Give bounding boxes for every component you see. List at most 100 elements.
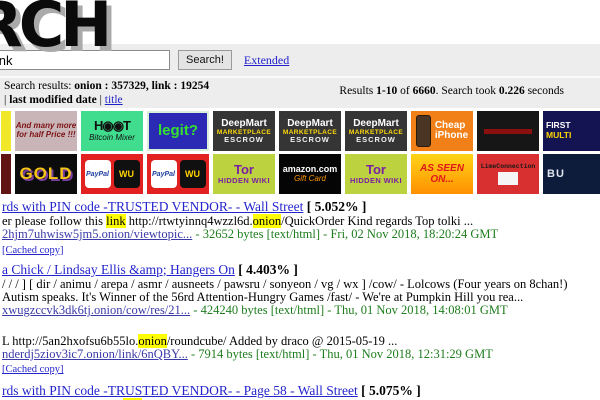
search-time: 0.226 [499,85,525,97]
banner-text: HIDDEN WIKI [218,177,270,185]
result-url-link[interactable]: 2hjm7uhwisw5jm5.onion/viewtopic... [2,227,192,241]
first-multi-banner[interactable]: FIRSTMULTI [543,111,600,151]
result-metadata: - 424240 bytes [text/html] - Thu, 01 Nov… [190,303,507,317]
ad-banner-grid: And many morefor half Price !!!H◉◉TBitco… [0,108,600,194]
deepmart-banner-1[interactable]: DeepMartMARKETPLACEESCROW [213,111,275,151]
banner-text: DeepMart [221,118,267,129]
banner-text: HIDDEN WIKI [350,177,402,185]
search-result: rds with PIN code -TRUSTED VENDOR- - Pag… [2,384,600,400]
result-title-line: rds with PIN code -TRUSTED VENDOR- - Wal… [2,200,600,214]
amazon-gift-card-banner[interactable]: amazon.comGift Card [279,154,341,194]
banner-text: ON... [430,174,453,185]
result-url-link[interactable]: xwugzccvk3dk6tj.onion/cow/res/21... [2,303,190,317]
torch-logo: TORCH [0,0,108,61]
result-title-line: a Chick / Lindsay Ellis &amp; Hangers On… [2,263,600,277]
tor-hidden-wiki-banner-2[interactable]: TorHIDDEN WIKI [345,154,407,194]
lime-connection-banner[interactable]: LimeConnection [477,154,539,194]
banner-text: GOLD [19,164,72,183]
bu-banner[interactable]: BU [543,154,600,194]
banner-text: MULTI [546,131,571,141]
gold-banner[interactable]: GOLD [15,154,77,194]
highlighted-keyword: onion [253,214,281,228]
result-title-line: rds with PIN code -TRUSTED VENDOR- - Pag… [2,384,600,398]
paypal-wu-banner-2[interactable]: PayPalWU [147,154,209,194]
cached-copy-link[interactable]: [Cached copy] [2,364,64,375]
result-title-link[interactable]: rds with PIN code -TRUSTED VENDOR- - Wal… [2,199,303,214]
banner-text: DeepMart [353,118,399,129]
highlighted-keyword: link [106,214,125,228]
cached-copy-link[interactable]: [Cached copy] [2,245,64,256]
red-text-strip [484,129,532,134]
partial-maroon-banner[interactable] [1,154,11,194]
banner-text: BU [547,168,565,180]
snippet-text: /QuickOrder Kind regards Top tolki ... [281,214,473,228]
result-url-line: 2hjm7uhwisw5jm5.onion/viewtopic... - 326… [2,228,600,241]
results-stats-prefix: Search results: [4,80,74,92]
banner-text: Bitcoin Mixer [89,134,135,143]
banner-text: H◉◉T [94,119,130,134]
extended-search-link[interactable]: Extended [244,53,289,68]
summary-text: seconds [525,85,564,97]
banner-text-group: CheapiPhone [435,121,468,142]
western-union-logo: WU [114,160,140,188]
results-range: 1-10 [376,85,397,97]
result-snippet: L http://5an2hxofsu6b55lo.onion/roundcub… [2,335,600,348]
dark-red-text-banner[interactable] [477,111,539,151]
result-url-line: xwugzccvk3dk6tj.onion/cow/res/21... - 42… [2,304,600,317]
search-result: L http://5an2hxofsu6b55lo.onion/roundcub… [2,335,600,377]
hoot-bitcoin-mixer-banner[interactable]: H◉◉TBitcoin Mixer [81,111,143,151]
deepmart-banner-2[interactable]: DeepMartMARKETPLACEESCROW [279,111,341,151]
sort-by-title-link[interactable]: title [105,94,123,106]
half-price-banner[interactable]: And many morefor half Price !!! [15,111,77,151]
paypal-wu-banner-1[interactable]: PayPalWU [81,154,143,194]
banner-text: iPhone [435,131,468,142]
partial-yellow-banner[interactable] [1,111,11,151]
result-url-line: nderdj5ziov3ic7.onion/link/6nQBY... - 79… [2,348,600,361]
results-stats-bar: Search results: onion : 357329, link : 1… [0,78,600,108]
banner-text: LimeConnection [481,163,536,170]
banner-text: DeepMart [287,118,333,129]
banner-text: for half Price !!! [16,131,75,140]
result-url-link[interactable]: nderdj5ziov3ic7.onion/link/6nQBY... [2,347,188,361]
search-results-list: rds with PIN code -TRUSTED VENDOR- - Wal… [0,197,600,400]
search-result: a Chick / Lindsay Ellis &amp; Hangers On… [2,263,600,318]
result-snippet: / / / ] [ dir / animu / arepa / asmr / a… [2,278,600,305]
sort-last-modified-label: last modified date [9,94,97,106]
ad-banner-row-1: And many morefor half Price !!!H◉◉TBitco… [1,111,599,151]
result-title-link[interactable]: a Chick / Lindsay Ellis &amp; Hangers On [2,262,235,277]
result-metadata: - 7914 bytes [text/html] - Thu, 01 Nov 2… [188,347,493,361]
page-header: TORCH [0,0,600,44]
banner-text: AS SEEN [420,163,464,174]
legit-banner[interactable]: legit? [147,111,209,151]
highlighted-keyword: onion [138,334,166,348]
cached-copy-line: [Cached copy] [2,361,600,376]
result-title-link[interactable]: rds with PIN code -TRUSTED VENDOR- - Pag… [2,383,358,398]
results-counts: onion : 357329, link : 19254 [74,80,209,92]
as-seen-on-banner[interactable]: AS SEENON... [411,154,473,194]
banner-text: legit? [158,123,198,140]
banner-text: ESCROW [356,136,396,144]
snippet-text: L http://5an2hxofsu6b55lo. [2,334,138,348]
cheap-iphone-banner[interactable]: CheapiPhone [411,111,473,151]
banner-text: Gift Card [294,175,326,184]
paypal-logo: PayPal [85,160,111,188]
deepmart-banner-3[interactable]: DeepMartMARKETPLACEESCROW [345,111,407,151]
result-snippet: er please follow this link http://rtwtyi… [2,215,600,228]
tor-hidden-wiki-banner-1[interactable]: TorHIDDEN WIKI [213,154,275,194]
results-range-summary: Results 1-10 of 6660. Search took 0.226 … [339,85,564,99]
snippet-text: http://rtwtyinnq4wzzl6d. [126,214,253,228]
search-button[interactable]: Search! [178,50,232,70]
torch-search-results-page: TORCH Search! Extended Search results: o… [0,0,600,400]
snippet-text: /roundcube/ Added by draco @ 2015-05-19 … [167,334,398,348]
result-metadata: - 32652 bytes [text/html] - Fri, 02 Nov … [192,227,498,241]
snippet-text: er please follow this [2,214,106,228]
search-result: rds with PIN code -TRUSTED VENDOR- - Wal… [2,200,600,257]
banner-text: ESCROW [224,136,264,144]
iphone-image [416,115,431,147]
banner-text: ESCROW [290,136,330,144]
summary-text: . Search took [436,85,499,97]
paypal-logo: PayPal [151,160,177,188]
snippet-text: / / / ] [ dir / animu / arepa / asmr / a… [2,277,568,304]
result-relevance: [ 5.075% ] [358,383,421,398]
sort-separator-2: | [97,94,105,106]
